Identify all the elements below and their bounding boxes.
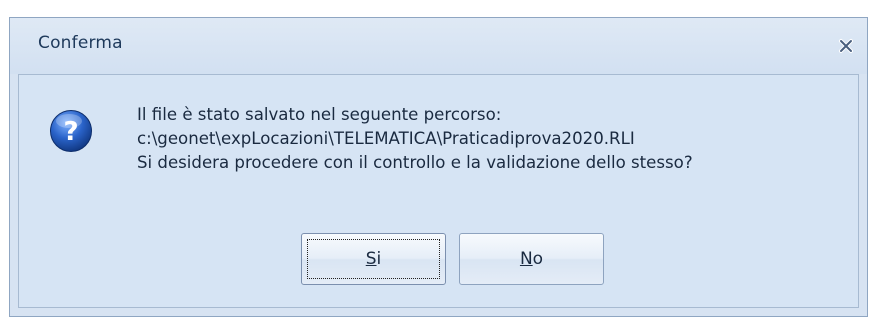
yes-button-label: i — [376, 249, 382, 269]
no-button-mnemonic: N — [519, 249, 533, 269]
no-button-label: o — [532, 249, 544, 269]
yes-button-mnemonic: S — [365, 249, 377, 269]
message-line: Il file è stato salvato nel seguente per… — [137, 105, 502, 124]
yes-button[interactable]: Si — [301, 233, 446, 285]
close-button[interactable] — [837, 37, 855, 55]
dialog-body: ? Il file è stato salvato nel seguente p… — [18, 74, 859, 308]
svg-text:?: ? — [63, 117, 78, 147]
dialog-message: Il file è stato salvato nel seguente per… — [137, 103, 693, 175]
close-icon — [839, 39, 853, 53]
message-path-line: c:\geonet\expLocazioni\TELEMATICA\Pratic… — [137, 129, 635, 148]
message-line: Si desidera procedere con il controllo e… — [137, 153, 693, 172]
question-icon: ? — [50, 110, 92, 152]
no-button[interactable]: No — [459, 233, 604, 285]
dialog-title: Conferma — [38, 33, 123, 53]
dialog-titlebar[interactable]: Conferma — [10, 18, 867, 74]
confirm-dialog: Conferma ? Il file è stato salvato nel s… — [9, 17, 868, 317]
